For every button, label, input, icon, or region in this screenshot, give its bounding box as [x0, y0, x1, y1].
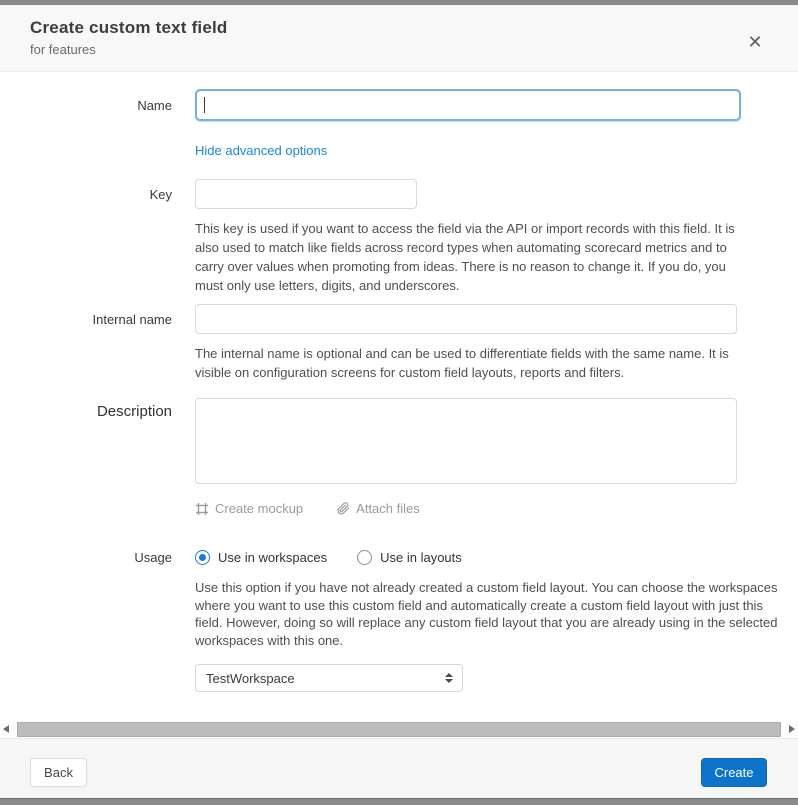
workspace-select-row: TestWorkspace — [0, 649, 798, 692]
usage-help-text: Use this option if you have not already … — [195, 579, 783, 649]
horizontal-scrollbar-thumb[interactable] — [17, 722, 781, 737]
radio-use-in-workspaces-label: Use in workspaces — [218, 550, 327, 565]
mockup-icon — [195, 502, 209, 516]
scroll-right-arrow-icon[interactable] — [789, 725, 795, 733]
internal-name-help-row: The internal name is optional and can be… — [0, 334, 798, 382]
key-help-row: This key is used if you want to access t… — [0, 209, 798, 295]
key-help-text: This key is used if you want to access t… — [195, 219, 740, 295]
usage-row: Usage Use in workspaces Use in layouts — [0, 550, 798, 565]
key-input[interactable] — [195, 179, 417, 209]
radio-use-in-workspaces[interactable]: Use in workspaces — [195, 550, 327, 565]
usage-label: Usage — [0, 550, 172, 565]
workspace-select-value: TestWorkspace — [206, 671, 295, 686]
name-input[interactable] — [195, 89, 741, 121]
description-textarea[interactable] — [195, 398, 737, 484]
modal-subtitle: for features — [30, 42, 768, 57]
name-label: Name — [0, 98, 172, 113]
create-mockup-label: Create mockup — [215, 501, 303, 516]
create-custom-field-modal: Create custom text field for features ✕ … — [0, 5, 798, 798]
radio-use-in-layouts-label: Use in layouts — [380, 550, 462, 565]
radio-use-in-layouts[interactable]: Use in layouts — [357, 550, 462, 565]
usage-help-row: Use this option if you have not already … — [0, 565, 798, 649]
workspace-select[interactable]: TestWorkspace — [195, 664, 463, 692]
key-label: Key — [0, 187, 172, 202]
internal-name-input[interactable] — [195, 304, 737, 334]
text-caret — [204, 97, 205, 113]
name-row: Name — [0, 89, 798, 121]
paperclip-icon — [337, 502, 350, 515]
radio-selected-icon — [195, 550, 210, 565]
internal-name-help-text: The internal name is optional and can be… — [195, 344, 740, 382]
page-background-bottom — [0, 798, 798, 805]
description-row: Description Create mockup — [0, 398, 798, 516]
horizontal-scrollbar[interactable] — [0, 721, 798, 738]
modal-footer: Back Create — [0, 738, 798, 798]
modal-header: Create custom text field for features ✕ — [0, 5, 798, 72]
internal-name-row: Internal name — [0, 304, 798, 334]
modal-title: Create custom text field — [30, 18, 768, 38]
back-button[interactable]: Back — [30, 758, 87, 787]
close-icon[interactable]: ✕ — [744, 31, 766, 53]
key-row: Key — [0, 179, 798, 209]
hide-advanced-options-link[interactable]: Hide advanced options — [195, 143, 327, 158]
attach-files-button[interactable]: Attach files — [337, 501, 420, 516]
create-mockup-button[interactable]: Create mockup — [195, 501, 303, 516]
description-label: Description — [0, 398, 172, 420]
attach-files-label: Attach files — [356, 501, 420, 516]
create-button[interactable]: Create — [701, 758, 767, 787]
modal-body: Name Hide advanced options Key Th — [0, 72, 798, 721]
select-updown-icon — [445, 673, 453, 683]
internal-name-label: Internal name — [0, 312, 172, 327]
scroll-left-arrow-icon[interactable] — [3, 725, 9, 733]
radio-unselected-icon — [357, 550, 372, 565]
advanced-options-row: Hide advanced options — [0, 142, 798, 160]
